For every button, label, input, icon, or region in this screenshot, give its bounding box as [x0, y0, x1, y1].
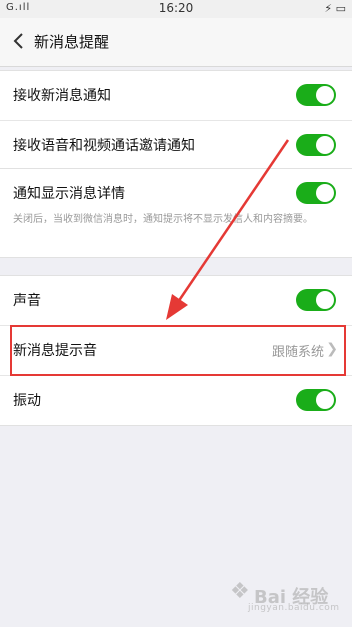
paw-logo-icon: ❖: [230, 579, 250, 604]
row-label: 接收语音和视频通话邀请通知: [13, 138, 195, 154]
toggle-knob: [316, 391, 334, 409]
row-label: 振动: [13, 393, 41, 409]
row-label: 声音: [13, 293, 41, 309]
row-show-details[interactable]: 通知显示消息详情: [0, 169, 352, 218]
row-label: 接收新消息通知: [13, 88, 111, 104]
row-sound[interactable]: 声音: [0, 276, 352, 326]
row-receive-new-message[interactable]: 接收新消息通知: [0, 71, 352, 121]
toggle-switch[interactable]: [296, 389, 336, 411]
toggle-knob: [316, 291, 334, 309]
row-voice-video-invite[interactable]: 接收语音和视频通话邀请通知: [0, 121, 352, 170]
toggle-switch[interactable]: [296, 84, 336, 106]
baidu-watermark: ❖ Bai 经验 jingyan.baidu.com: [230, 575, 340, 615]
status-bar: G.ıll 16:20 ⚡ ▭: [0, 0, 352, 18]
watermark-url: jingyan.baidu.com: [248, 603, 340, 613]
toggle-knob: [316, 86, 334, 104]
toggle-switch[interactable]: [296, 182, 336, 204]
page-title: 新消息提醒: [34, 33, 110, 51]
nav-bar: 新消息提醒: [0, 18, 352, 67]
detail-section: 通知显示消息详情 关闭后，当收到微信消息时，通知提示将不显示发信人和内容摘要。: [0, 168, 352, 258]
toggle-switch[interactable]: [296, 289, 336, 311]
toggle-knob: [316, 136, 334, 154]
detail-description: 关闭后，当收到微信消息时，通知提示将不显示发信人和内容摘要。: [13, 214, 313, 225]
status-time: 16:20: [158, 1, 194, 15]
annotation-highlight-box: [10, 325, 346, 376]
battery-wifi-indicator: ⚡ ▭: [324, 2, 346, 15]
toggle-knob: [316, 184, 334, 202]
toggle-switch[interactable]: [296, 134, 336, 156]
back-arrow-icon[interactable]: [10, 31, 30, 51]
row-vibrate[interactable]: 振动: [0, 376, 352, 425]
row-label: 通知显示消息详情: [13, 186, 125, 202]
notification-section: 接收新消息通知 接收语音和视频通话邀请通知: [0, 70, 352, 171]
